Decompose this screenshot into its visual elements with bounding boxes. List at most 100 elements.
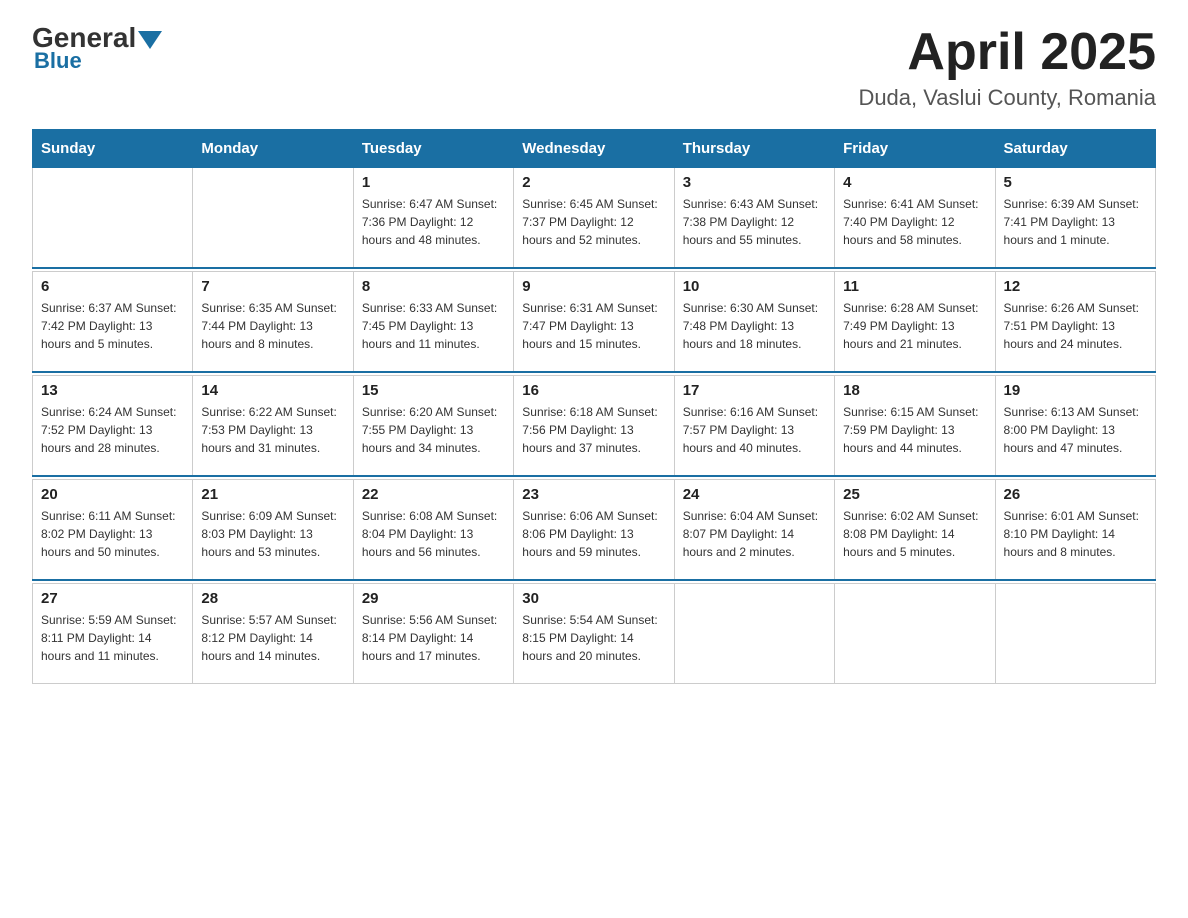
day-info: Sunrise: 6:31 AM Sunset: 7:47 PM Dayligh… [522,299,665,353]
calendar-cell: 19 Sunrise: 6:13 AM Sunset: 8:00 PM Dayli… [995,376,1155,476]
weekday-header: Wednesday [514,130,674,168]
logo: General Blue [32,24,162,74]
day-number: 12 [1004,278,1147,295]
calendar-cell: 13 Sunrise: 6:24 AM Sunset: 7:52 PM Dayli… [33,376,193,476]
calendar-week-row: 6Sunrise: 6:37 AM Sunset: 7:42 PM Daylig… [33,272,1156,372]
day-number: 9 [522,278,665,295]
calendar-cell: 6Sunrise: 6:37 AM Sunset: 7:42 PM Daylig… [33,272,193,372]
day-info: Sunrise: 6:16 AM Sunset: 7:57 PM Dayligh… [683,403,826,457]
logo-blue-text: Blue [34,48,82,74]
day-number: 7 [201,278,344,295]
calendar-cell [674,584,834,684]
calendar-cell: 9 Sunrise: 6:31 AM Sunset: 7:47 PM Daylig… [514,272,674,372]
day-number: 13 [41,382,184,399]
day-info: Sunrise: 6:33 AM Sunset: 7:45 PM Dayligh… [362,299,505,353]
day-info: Sunrise: 6:43 AM Sunset: 7:38 PM Dayligh… [683,195,826,249]
calendar-cell: 20Sunrise: 6:11 AM Sunset: 8:02 PM Dayli… [33,480,193,580]
calendar-cell: 2Sunrise: 6:45 AM Sunset: 7:37 PM Daylig… [514,168,674,268]
calendar-table: SundayMondayTuesdayWednesdayThursdayFrid… [32,129,1156,684]
day-number: 29 [362,590,505,607]
day-info: Sunrise: 6:15 AM Sunset: 7:59 PM Dayligh… [843,403,986,457]
page-header: General Blue April 2025 Duda, Vaslui Cou… [32,24,1156,111]
day-info: Sunrise: 6:47 AM Sunset: 7:36 PM Dayligh… [362,195,505,249]
day-info: Sunrise: 6:22 AM Sunset: 7:53 PM Dayligh… [201,403,344,457]
day-info: Sunrise: 6:01 AM Sunset: 8:10 PM Dayligh… [1004,507,1147,561]
calendar-week-row: 13 Sunrise: 6:24 AM Sunset: 7:52 PM Dayli… [33,376,1156,476]
day-number: 25 [843,486,986,503]
calendar-cell: 27Sunrise: 5:59 AM Sunset: 8:11 PM Dayli… [33,584,193,684]
weekday-header: Monday [193,130,353,168]
weekday-header: Saturday [995,130,1155,168]
day-info: Sunrise: 6:11 AM Sunset: 8:02 PM Dayligh… [41,507,184,561]
day-info: Sunrise: 6:35 AM Sunset: 7:44 PM Dayligh… [201,299,344,353]
calendar-cell [835,584,995,684]
day-number: 16 [522,382,665,399]
calendar-cell: 3Sunrise: 6:43 AM Sunset: 7:38 PM Daylig… [674,168,834,268]
day-number: 11 [843,278,986,295]
weekday-header: Sunday [33,130,193,168]
day-info: Sunrise: 6:37 AM Sunset: 7:42 PM Dayligh… [41,299,184,353]
day-number: 1 [362,174,505,191]
calendar-cell: 26 Sunrise: 6:01 AM Sunset: 8:10 PM Dayli… [995,480,1155,580]
calendar-week-row: 1 Sunrise: 6:47 AM Sunset: 7:36 PM Daylig… [33,168,1156,268]
day-number: 28 [201,590,344,607]
day-number: 4 [843,174,986,191]
calendar-cell [995,584,1155,684]
day-number: 30 [522,590,665,607]
day-info: Sunrise: 6:04 AM Sunset: 8:07 PM Dayligh… [683,507,826,561]
calendar-week-row: 20Sunrise: 6:11 AM Sunset: 8:02 PM Dayli… [33,480,1156,580]
day-info: Sunrise: 6:41 AM Sunset: 7:40 PM Dayligh… [843,195,986,249]
calendar-cell: 22 Sunrise: 6:08 AM Sunset: 8:04 PM Dayli… [353,480,513,580]
day-number: 27 [41,590,184,607]
calendar-cell [193,168,353,268]
calendar-cell: 18Sunrise: 6:15 AM Sunset: 7:59 PM Dayli… [835,376,995,476]
calendar-cell: 21 Sunrise: 6:09 AM Sunset: 8:03 PM Dayli… [193,480,353,580]
day-number: 5 [1004,174,1147,191]
calendar-cell: 25 Sunrise: 6:02 AM Sunset: 8:08 PM Dayli… [835,480,995,580]
day-number: 19 [1004,382,1147,399]
calendar-subtitle: Duda, Vaslui County, Romania [858,85,1156,111]
calendar-cell: 4 Sunrise: 6:41 AM Sunset: 7:40 PM Daylig… [835,168,995,268]
calendar-cell: 28Sunrise: 5:57 AM Sunset: 8:12 PM Dayli… [193,584,353,684]
day-number: 10 [683,278,826,295]
day-info: Sunrise: 6:02 AM Sunset: 8:08 PM Dayligh… [843,507,986,561]
day-info: Sunrise: 6:09 AM Sunset: 8:03 PM Dayligh… [201,507,344,561]
day-number: 23 [522,486,665,503]
day-number: 21 [201,486,344,503]
weekday-header-row: SundayMondayTuesdayWednesdayThursdayFrid… [33,130,1156,168]
day-info: Sunrise: 6:20 AM Sunset: 7:55 PM Dayligh… [362,403,505,457]
calendar-cell: 23 Sunrise: 6:06 AM Sunset: 8:06 PM Dayli… [514,480,674,580]
calendar-cell: 12 Sunrise: 6:26 AM Sunset: 7:51 PM Dayli… [995,272,1155,372]
day-number: 22 [362,486,505,503]
calendar-cell: 11 Sunrise: 6:28 AM Sunset: 7:49 PM Dayli… [835,272,995,372]
day-info: Sunrise: 6:28 AM Sunset: 7:49 PM Dayligh… [843,299,986,353]
day-number: 17 [683,382,826,399]
day-number: 15 [362,382,505,399]
weekday-header: Thursday [674,130,834,168]
calendar-week-row: 27Sunrise: 5:59 AM Sunset: 8:11 PM Dayli… [33,584,1156,684]
day-number: 26 [1004,486,1147,503]
title-block: April 2025 Duda, Vaslui County, Romania [858,24,1156,111]
calendar-cell: 29 Sunrise: 5:56 AM Sunset: 8:14 PM Dayli… [353,584,513,684]
day-info: Sunrise: 6:30 AM Sunset: 7:48 PM Dayligh… [683,299,826,353]
calendar-cell: 5Sunrise: 6:39 AM Sunset: 7:41 PM Daylig… [995,168,1155,268]
day-info: Sunrise: 5:54 AM Sunset: 8:15 PM Dayligh… [522,611,665,665]
weekday-header: Friday [835,130,995,168]
calendar-cell: 30 Sunrise: 5:54 AM Sunset: 8:15 PM Dayli… [514,584,674,684]
day-info: Sunrise: 6:06 AM Sunset: 8:06 PM Dayligh… [522,507,665,561]
day-info: Sunrise: 6:08 AM Sunset: 8:04 PM Dayligh… [362,507,505,561]
day-info: Sunrise: 6:18 AM Sunset: 7:56 PM Dayligh… [522,403,665,457]
calendar-cell [33,168,193,268]
calendar-cell: 24Sunrise: 6:04 AM Sunset: 8:07 PM Dayli… [674,480,834,580]
day-info: Sunrise: 6:13 AM Sunset: 8:00 PM Dayligh… [1004,403,1147,457]
day-info: Sunrise: 6:26 AM Sunset: 7:51 PM Dayligh… [1004,299,1147,353]
calendar-title: April 2025 [858,24,1156,81]
day-info: Sunrise: 6:24 AM Sunset: 7:52 PM Dayligh… [41,403,184,457]
day-number: 8 [362,278,505,295]
day-info: Sunrise: 5:56 AM Sunset: 8:14 PM Dayligh… [362,611,505,665]
day-number: 2 [522,174,665,191]
calendar-cell: 10 Sunrise: 6:30 AM Sunset: 7:48 PM Dayli… [674,272,834,372]
calendar-cell: 7 Sunrise: 6:35 AM Sunset: 7:44 PM Daylig… [193,272,353,372]
calendar-cell: 17 Sunrise: 6:16 AM Sunset: 7:57 PM Dayli… [674,376,834,476]
logo-arrow-icon [138,31,162,49]
